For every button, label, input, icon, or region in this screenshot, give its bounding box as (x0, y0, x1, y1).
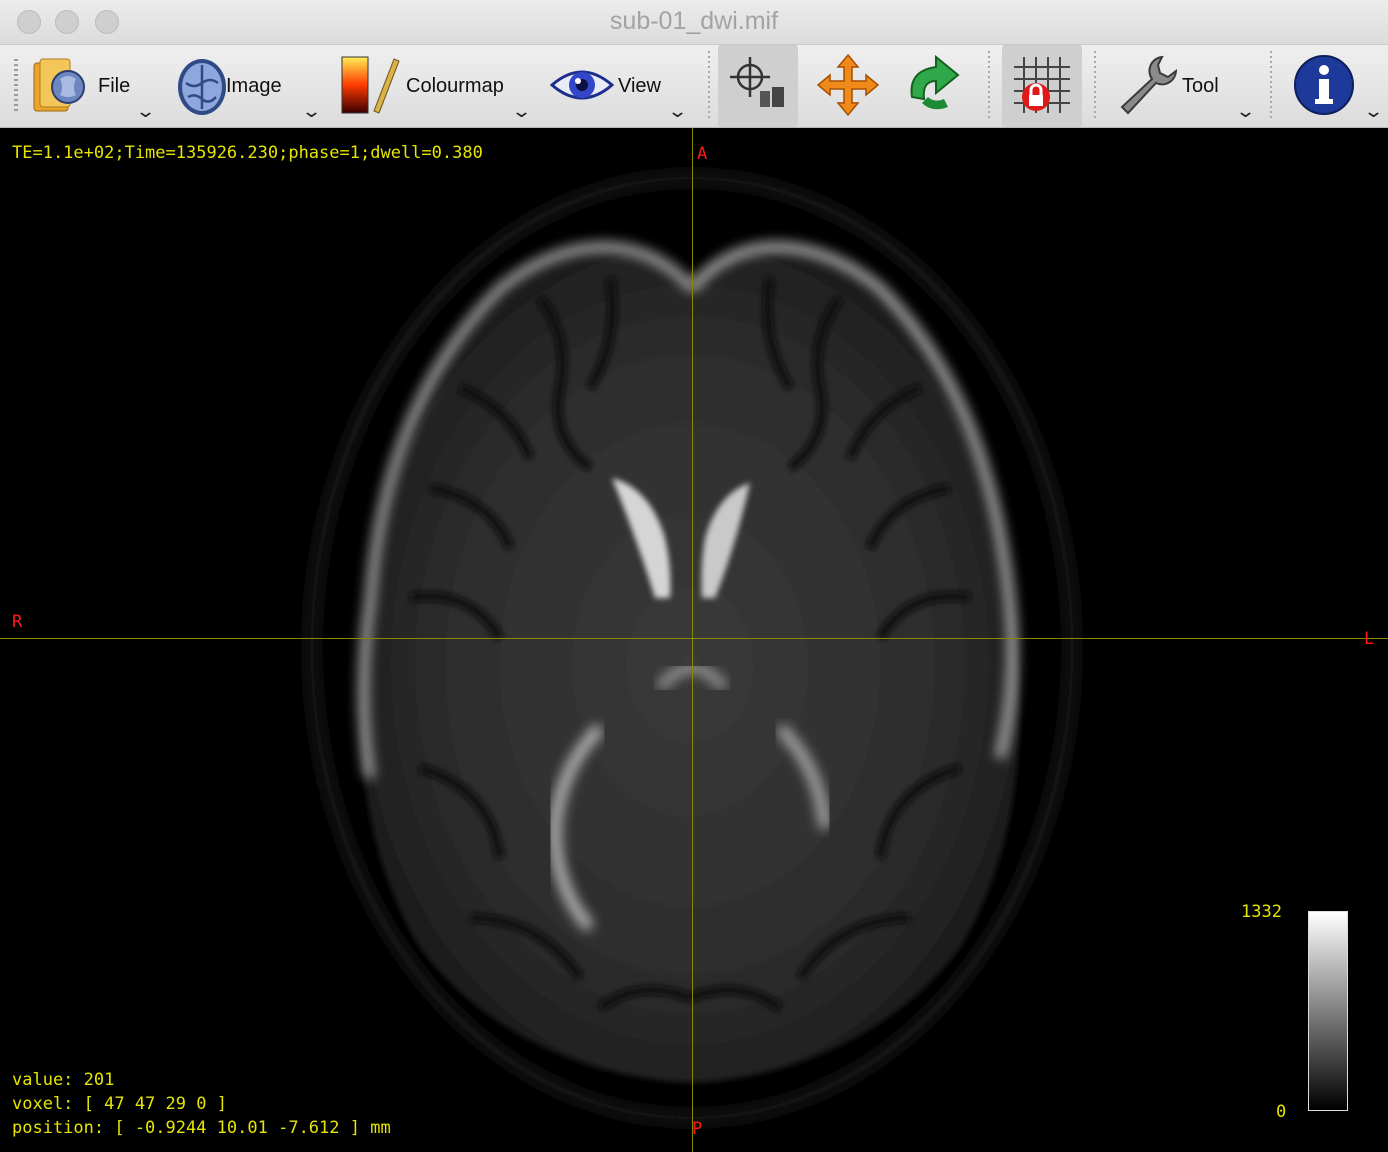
toolbar-separator (1094, 51, 1096, 121)
rotate-mode-button[interactable] (896, 45, 972, 127)
colourbar-max-label: 1332 (1241, 902, 1282, 922)
mrview-window: sub-01_dwi.mif File ⌄ Image ⌄ Colourmap … (0, 0, 1388, 1152)
crosshair-vertical (692, 128, 693, 1152)
colourmap-icon (341, 56, 400, 114)
info-icon (1294, 55, 1354, 115)
orientation-posterior: P (692, 1119, 703, 1139)
chevron-down-icon: ⌄ (1234, 101, 1257, 121)
toolbar-separator (1270, 51, 1272, 121)
toolbar: File ⌄ Image ⌄ Colourmap ⌄ View ⌄ Tool ⌄… (0, 45, 1388, 128)
file-menu-button[interactable]: File ⌄ (26, 45, 160, 127)
lock-to-grid-button[interactable] (1002, 45, 1082, 127)
chevron-down-icon: ⌄ (134, 101, 157, 121)
rotate-arrow-icon (910, 54, 960, 110)
folder-icon (33, 58, 85, 112)
toolbar-separator (708, 51, 710, 121)
chevron-down-icon: ⌄ (1362, 101, 1385, 121)
lock-grid-icon (1014, 57, 1070, 113)
focus-crosshair-icon (730, 57, 784, 107)
crosshair-horizontal (0, 638, 1388, 639)
colourmap-menu-label: Colourmap (406, 75, 504, 97)
position-readout: position: [ -0.9244 10.01 -7.612 ] mm (12, 1118, 391, 1138)
colourbar (1308, 911, 1348, 1111)
pixel-value-readout: value: 201 (12, 1070, 115, 1090)
window-title: sub-01_dwi.mif (609, 7, 779, 35)
image-menu-button[interactable]: Image ⌄ (168, 45, 328, 127)
file-menu-label: File (98, 75, 131, 97)
focus-mode-button[interactable] (718, 45, 798, 127)
eye-icon (550, 70, 614, 100)
info-button[interactable]: ⌄ (1286, 45, 1386, 127)
brain-slice-image[interactable] (0, 128, 1388, 1152)
toolbar-separator (988, 51, 990, 121)
view-menu-button[interactable]: View ⌄ (546, 45, 696, 127)
wrench-icon (1120, 55, 1178, 115)
colourmap-menu-button[interactable]: Colourmap ⌄ (334, 45, 540, 127)
image-viewport[interactable]: TE=1.1e+02;Time=135926.230;phase=1;dwell… (0, 128, 1388, 1152)
orientation-left: L (1364, 629, 1375, 649)
tool-menu-button[interactable]: Tool ⌄ (1108, 45, 1258, 127)
orientation-right: R (12, 612, 23, 632)
move-mode-button[interactable] (810, 45, 886, 127)
colourbar-min-label: 0 (1276, 1102, 1287, 1122)
title-bar: sub-01_dwi.mif (0, 0, 1388, 45)
image-menu-label: Image (226, 75, 282, 97)
chevron-down-icon: ⌄ (300, 101, 323, 121)
orientation-anterior: A (697, 144, 708, 164)
view-menu-label: View (618, 75, 661, 97)
move-arrows-icon (816, 53, 880, 117)
image-header-info: TE=1.1e+02;Time=135926.230;phase=1;dwell… (12, 143, 483, 163)
tool-menu-label: Tool (1182, 75, 1219, 97)
chevron-down-icon: ⌄ (510, 101, 533, 121)
chevron-down-icon: ⌄ (666, 101, 689, 121)
toolbar-grip[interactable] (14, 59, 18, 111)
voxel-readout: voxel: [ 47 47 29 0 ] (12, 1094, 227, 1114)
